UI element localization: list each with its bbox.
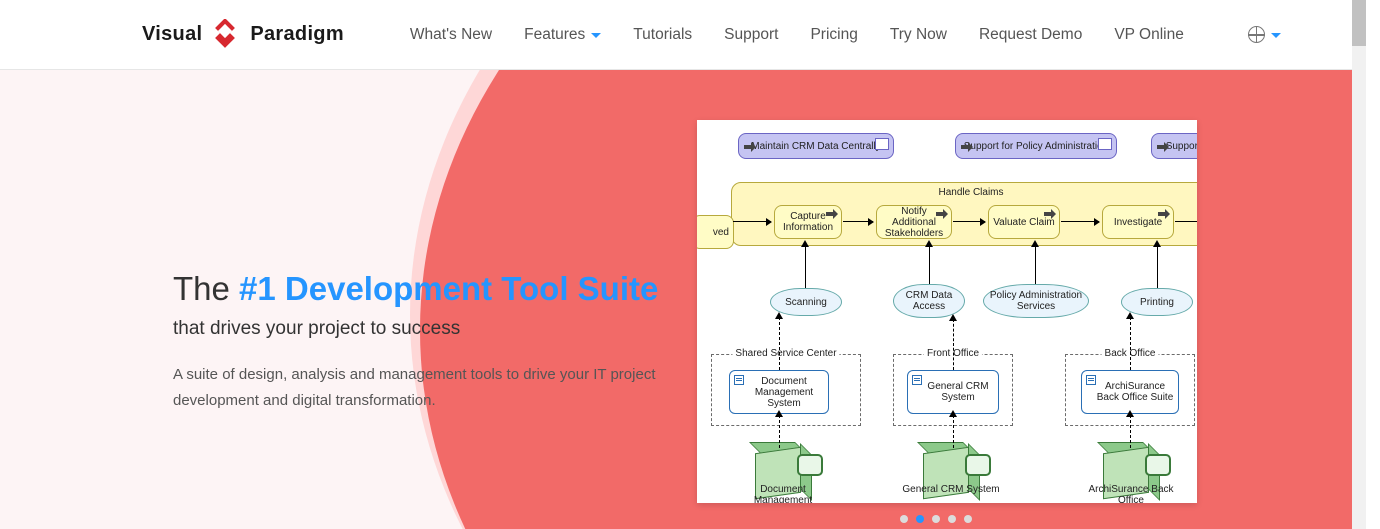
arrow-icon bbox=[843, 221, 873, 222]
nav-request-demo[interactable]: Request Demo bbox=[979, 26, 1082, 44]
connector bbox=[1035, 247, 1036, 284]
arrowhead-icon bbox=[1126, 410, 1134, 417]
arrow-icon bbox=[961, 142, 973, 152]
arrowhead-icon bbox=[925, 240, 933, 247]
chevron-down-icon bbox=[1271, 33, 1281, 38]
component-icon bbox=[912, 375, 922, 385]
logo-text-left: Visual bbox=[142, 23, 202, 46]
hero-headline-prefix: The bbox=[173, 270, 239, 307]
nav-support[interactable]: Support bbox=[724, 26, 778, 44]
hero-subheadline: that drives your project to success bbox=[173, 318, 673, 340]
arrowhead-icon bbox=[775, 312, 783, 319]
diagram-system-dms: Document Management System bbox=[729, 370, 829, 414]
diagram-process-maintain-crm: Maintain CRM Data Centrally bbox=[738, 133, 894, 159]
arrowhead-icon bbox=[1031, 240, 1039, 247]
arrow-icon bbox=[1061, 221, 1099, 222]
diagram-activity-received-cut: ved bbox=[697, 215, 734, 249]
hero-headline-highlight: #1 Development Tool Suite bbox=[239, 270, 658, 307]
carousel-dots bbox=[900, 515, 972, 523]
diagram-process-policy-admin: Support for Policy Administration bbox=[955, 133, 1117, 159]
component-icon bbox=[1086, 375, 1096, 385]
arrow-icon bbox=[936, 209, 948, 219]
diagram-device-dms: Document Management bbox=[743, 444, 827, 503]
nav-vp-online[interactable]: VP Online bbox=[1114, 26, 1184, 44]
connector bbox=[953, 415, 954, 448]
arrowhead-icon bbox=[949, 314, 957, 321]
arrowhead-icon bbox=[1126, 312, 1134, 319]
diagram-service-policy: Policy Administration Services bbox=[983, 284, 1089, 318]
arrowhead-icon bbox=[801, 240, 809, 247]
diagram-lane-handle-claims: Handle Claims ved Capture Information No… bbox=[731, 182, 1197, 246]
diagram-activity-capture: Capture Information bbox=[774, 205, 842, 239]
connector bbox=[1157, 247, 1158, 288]
arrow-icon bbox=[826, 209, 838, 219]
browser-scrollbar-thumb[interactable] bbox=[1352, 0, 1366, 46]
logo-mark-icon bbox=[210, 19, 242, 51]
nav-tutorials[interactable]: Tutorials bbox=[633, 26, 692, 44]
connector bbox=[779, 415, 780, 448]
diagram-activity-investigate: Investigate bbox=[1102, 205, 1174, 239]
connector bbox=[779, 317, 780, 370]
diagram-device-back: ArchiSurance Back Office bbox=[1091, 444, 1175, 503]
connector bbox=[953, 319, 954, 370]
note-icon bbox=[1098, 138, 1112, 150]
diagram-system-crm: General CRM System bbox=[907, 370, 999, 414]
arrow-icon bbox=[744, 142, 756, 152]
diagram-service-crm: CRM Data Access bbox=[893, 284, 965, 318]
logo-text-right: Paradigm bbox=[250, 23, 344, 46]
connector bbox=[1130, 415, 1131, 448]
connector bbox=[929, 247, 930, 284]
connector bbox=[1130, 317, 1131, 370]
connector bbox=[805, 247, 806, 288]
arrow-icon bbox=[733, 221, 771, 222]
component-icon bbox=[734, 375, 744, 385]
diagram-system-back: ArchiSurance Back Office Suite bbox=[1081, 370, 1179, 414]
primary-nav: What's New Features Tutorials Support Pr… bbox=[410, 26, 1281, 44]
carousel-dot-1[interactable] bbox=[916, 515, 924, 523]
nav-whats-new[interactable]: What's New bbox=[410, 26, 492, 44]
diagram-activity-notify: Notify Additional Stakeholders bbox=[876, 205, 952, 239]
hero-diagram: Maintain CRM Data Centrally Support for … bbox=[697, 120, 1197, 503]
logo[interactable]: Visual Paradigm bbox=[142, 19, 344, 51]
nav-try-now[interactable]: Try Now bbox=[890, 26, 947, 44]
arrow-icon bbox=[1158, 209, 1170, 219]
arrow-icon bbox=[1044, 209, 1056, 219]
arrow-icon bbox=[1157, 142, 1169, 152]
hero-section: The #1 Development Tool Suite that drive… bbox=[0, 70, 1366, 529]
note-icon bbox=[875, 138, 889, 150]
language-switcher[interactable] bbox=[1248, 26, 1281, 43]
arrow-icon bbox=[1175, 221, 1197, 222]
carousel-dot-4[interactable] bbox=[964, 515, 972, 523]
diagram-process-support-cut: Support f bbox=[1151, 133, 1197, 159]
carousel-dot-3[interactable] bbox=[948, 515, 956, 523]
browser-scrollbar-track[interactable] bbox=[1352, 0, 1366, 529]
nav-pricing[interactable]: Pricing bbox=[810, 26, 857, 44]
top-nav: Visual Paradigm What's New Features Tuto… bbox=[0, 0, 1366, 70]
arrowhead-icon bbox=[1153, 240, 1161, 247]
diagram-activity-valuate: Valuate Claim bbox=[988, 205, 1060, 239]
chevron-down-icon bbox=[591, 33, 601, 38]
arrowhead-icon bbox=[949, 410, 957, 417]
hero-copy: The #1 Development Tool Suite that drive… bbox=[173, 270, 673, 414]
diagram-device-crm: General CRM System bbox=[911, 444, 995, 503]
arrowhead-icon bbox=[775, 410, 783, 417]
carousel-dot-2[interactable] bbox=[932, 515, 940, 523]
hero-headline: The #1 Development Tool Suite bbox=[173, 270, 673, 308]
carousel-dot-0[interactable] bbox=[900, 515, 908, 523]
arrow-icon bbox=[953, 221, 985, 222]
hero-blurb: A suite of design, analysis and manageme… bbox=[173, 362, 673, 415]
nav-features[interactable]: Features bbox=[524, 26, 601, 44]
globe-icon bbox=[1248, 26, 1265, 43]
